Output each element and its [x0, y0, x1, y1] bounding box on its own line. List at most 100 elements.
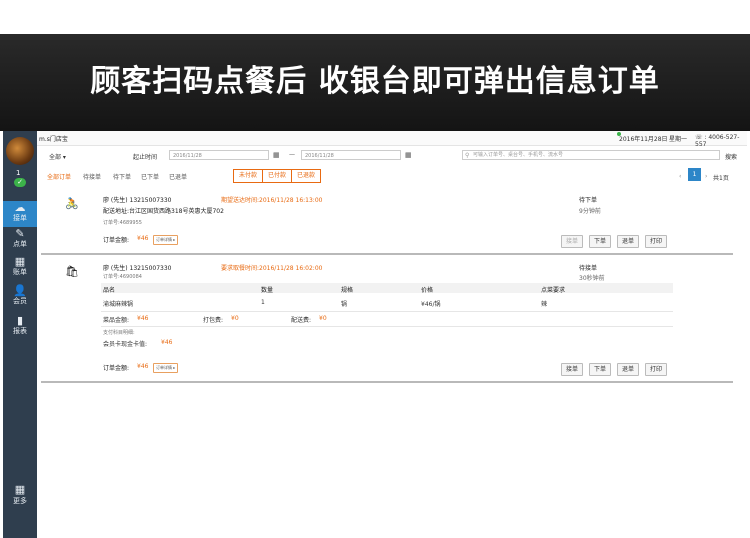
- tab-pending-order[interactable]: 待下单: [113, 172, 131, 181]
- pager-prev-button[interactable]: ‹: [679, 173, 681, 180]
- order-age: 30秒钟前: [579, 275, 605, 282]
- sidebar-item-label: 接单: [13, 214, 27, 222]
- member-card-label: 会员卡现金卡值:: [103, 341, 148, 348]
- pickup-time: 要求取餐时间:2016/11/28 16:02:00: [221, 265, 323, 272]
- item-name: 渝城麻辣锅: [103, 301, 134, 308]
- phone-number: 4006-527-557: [695, 134, 740, 148]
- top-bar: m.s门店宝 2016年11月28日 星期一 ☏ : 4006-527-557: [37, 131, 747, 148]
- place-order-button[interactable]: 下单: [589, 235, 611, 248]
- sidebar-item-label: 会员: [13, 297, 27, 305]
- order-total-value: ¥46: [137, 363, 149, 370]
- order-total-value: ¥46: [137, 235, 149, 242]
- item-request: 辣: [541, 301, 548, 308]
- sidebar-item-zhangdan[interactable]: ▦ 账单: [3, 255, 37, 281]
- pager-total: 共1页: [713, 175, 729, 182]
- store-name: m.s门店宝: [39, 136, 68, 143]
- sidebar-item-baobiao[interactable]: ▮ 报表: [3, 314, 37, 340]
- tab-pending-accept[interactable]: 待接单: [83, 172, 101, 181]
- pos-app-window: 1 ✓ ☁ 接单 ✎ 点单 ▦ 账单 👤 会员 ▮ 报表 ▦ 更多 m.s门店宝: [3, 131, 747, 538]
- tab-refunded[interactable]: 已退单: [169, 172, 187, 181]
- dish-amount-value: ¥46: [137, 315, 149, 322]
- sidebar: 1 ✓ ☁ 接单 ✎ 点单 ▦ 账单 👤 会员 ▮ 报表 ▦ 更多: [3, 131, 37, 538]
- sidebar-item-label: 点单: [13, 240, 27, 248]
- promo-banner: 顾客扫码点餐后 收银台即可弹出信息订单: [0, 34, 750, 131]
- col-price: 价格: [421, 287, 434, 294]
- current-date: 2016年11月28日: [619, 136, 668, 143]
- pack-fee-value: ¥0: [231, 315, 239, 322]
- date-range-label: 起止时间: [133, 154, 158, 161]
- filter-bar: 全部 ▾ 起止时间 2016/11/28 ▦ — 2016/11/28 ▦ ⚲ …: [37, 147, 747, 165]
- sidebar-item-huiyuan[interactable]: 👤 会员: [3, 284, 37, 310]
- tab-ordered[interactable]: 已下单: [141, 172, 159, 181]
- filter-unpaid[interactable]: 未付款: [234, 170, 264, 182]
- customer-contact: 廖 (先生) 13215007330: [103, 197, 172, 204]
- payment-filter: 未付款 已付款 已退款: [233, 169, 322, 183]
- col-spec: 规格: [341, 287, 354, 294]
- shopping-bag-icon: 🛍: [65, 265, 79, 278]
- search-icon: ⚲: [465, 152, 470, 159]
- order-status: 待下单: [579, 197, 598, 204]
- main-panel: m.s门店宝 2016年11月28日 星期一 ☏ : 4006-527-557 …: [37, 131, 747, 538]
- order-age: 9分钟前: [579, 208, 601, 215]
- order-tabs: 全部订单 待接单 待下单 已下单 已退单 未付款 已付款 已退款 ‹ 1 › 共…: [37, 167, 747, 183]
- member-card-value: ¥46: [161, 339, 173, 346]
- order-card: 🚴 廖 (先生) 13215007330 期望送达时间:2016/11/28 1…: [41, 187, 733, 255]
- search-input[interactable]: ⚲ 可输入订单号、桌台号、手机号、流水号: [462, 150, 720, 160]
- divider: [101, 311, 673, 312]
- tab-all-orders[interactable]: 全部订单: [47, 172, 71, 181]
- pager-next-button[interactable]: ›: [705, 173, 707, 180]
- pager-current-page[interactable]: 1: [688, 168, 701, 181]
- end-date-input[interactable]: 2016/11/28: [301, 150, 401, 160]
- item-spec: 锅: [341, 301, 348, 308]
- place-order-button[interactable]: 下单: [589, 363, 611, 376]
- divider: [101, 326, 673, 327]
- pack-fee-label: 打包费:: [203, 317, 224, 324]
- apps-grid-icon: ▦: [14, 483, 26, 496]
- refund-button[interactable]: 退单: [617, 363, 639, 376]
- grid-icon: ▦: [14, 255, 26, 268]
- col-name: 品名: [103, 287, 116, 294]
- delivery-fee-value: ¥0: [319, 315, 327, 322]
- calendar-icon[interactable]: ▦: [405, 151, 412, 159]
- refund-button[interactable]: 退单: [617, 235, 639, 248]
- col-qty: 数量: [261, 287, 274, 294]
- sidebar-item-label: 报表: [13, 327, 27, 335]
- order-status: 待接单: [579, 265, 598, 272]
- accept-button[interactable]: 接单: [561, 363, 583, 376]
- banner-title: 顾客扫码点餐后 收银台即可弹出信息订单: [90, 64, 660, 99]
- current-weekday: 星期一: [669, 136, 688, 143]
- cloud-download-icon: ☁: [14, 201, 26, 214]
- order-total-label: 订单金额:: [103, 365, 130, 372]
- sidebar-item-label: 更多: [13, 497, 27, 505]
- order-detail-button[interactable]: 订单详情 ▸: [153, 235, 179, 245]
- delivery-fee-label: 配送费:: [291, 317, 312, 324]
- print-button[interactable]: 打印: [645, 235, 667, 248]
- sidebar-item-jiedan[interactable]: ☁ 接单: [3, 201, 37, 227]
- avatar[interactable]: [6, 137, 34, 165]
- filter-refunded[interactable]: 已退款: [292, 170, 320, 182]
- items-table-header: 品名 数量 规格 价格 点菜要求: [101, 283, 673, 294]
- order-detail-button[interactable]: 订单详情 ▸: [153, 363, 179, 373]
- sidebar-item-diandan[interactable]: ✎ 点单: [3, 227, 37, 253]
- search-button[interactable]: 搜索: [725, 152, 737, 161]
- scope-dropdown[interactable]: 全部 ▾: [49, 152, 66, 161]
- edit-icon: ✎: [15, 227, 25, 240]
- print-button[interactable]: 打印: [645, 363, 667, 376]
- pay-detail-label: 支付科目明细:: [103, 330, 135, 336]
- order-number: 订单号:4690084: [103, 274, 142, 280]
- sidebar-item-more[interactable]: ▦ 更多: [3, 483, 37, 506]
- item-qty: 1: [261, 299, 265, 306]
- delivery-address: 配送地址:台江区国货西路318号英惠大厦702: [103, 208, 224, 215]
- order-card: 🛍 廖 (先生) 13215007330 要求取餐时间:2016/11/28 1…: [41, 255, 733, 383]
- sidebar-item-label: 账单: [13, 268, 27, 276]
- item-price: ¥46/锅: [421, 301, 441, 308]
- accept-button[interactable]: 接单: [561, 235, 583, 248]
- range-dash: —: [289, 151, 295, 158]
- filter-paid[interactable]: 已付款: [263, 170, 293, 182]
- calendar-icon[interactable]: ▦: [273, 151, 280, 159]
- check-icon: ✓: [14, 178, 26, 187]
- delivery-bike-icon: 🚴: [65, 197, 79, 210]
- start-date-input[interactable]: 2016/11/28: [169, 150, 269, 160]
- support-phone: ☏ : 4006-527-557: [695, 134, 740, 148]
- order-number: 订单号:4689955: [103, 220, 142, 226]
